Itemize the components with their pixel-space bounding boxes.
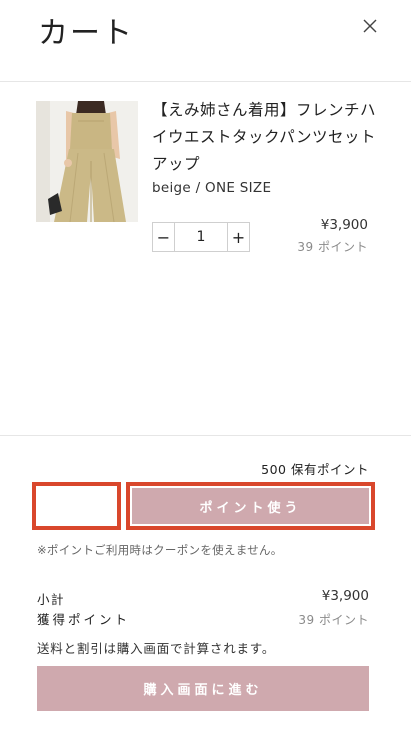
use-points-button[interactable]: ポイント使う [132,488,369,524]
item-price: ¥3,900 [320,217,368,233]
points-input-highlight [32,482,121,530]
subtotal-label: 小計 [37,592,66,607]
use-points-highlight: ポイント使う [126,482,375,530]
quantity-input[interactable] [175,223,227,251]
page-title: カート [38,16,134,51]
increase-quantity-button[interactable]: + [227,223,249,251]
points-input[interactable] [36,486,117,526]
points-note: ※ポイントご利用時はクーポンを使えません。 [37,543,283,557]
subtotal-value: ¥3,900 [321,588,369,604]
cart-header: カート [0,0,411,82]
earned-points-value: 39 ポイント [298,613,369,627]
product-image[interactable] [36,101,138,222]
close-icon-graphic [363,19,377,33]
quantity-stepper: − + [152,222,250,252]
earned-points-label: 獲得ポイント [37,612,131,627]
held-points: 500 保有ポイント [261,462,369,477]
product-name[interactable]: 【えみ姉さん着用】フレンチハイウエストタックパンツセットアップ [152,97,377,178]
product-photo-icon [36,101,138,222]
close-icon[interactable] [356,12,384,40]
checkout-button[interactable]: 購入画面に進む [37,666,369,711]
decrease-quantity-button[interactable]: − [153,223,175,251]
shipping-note: 送料と割引は購入画面で計算されます。 [37,641,276,656]
item-points: 39 ポイント [297,240,368,254]
product-variant: beige / ONE SIZE [152,180,272,196]
cart-footer: 500 保有ポイント ポイント使う ※ポイントご利用時はクーポンを使えません。 … [0,435,411,746]
